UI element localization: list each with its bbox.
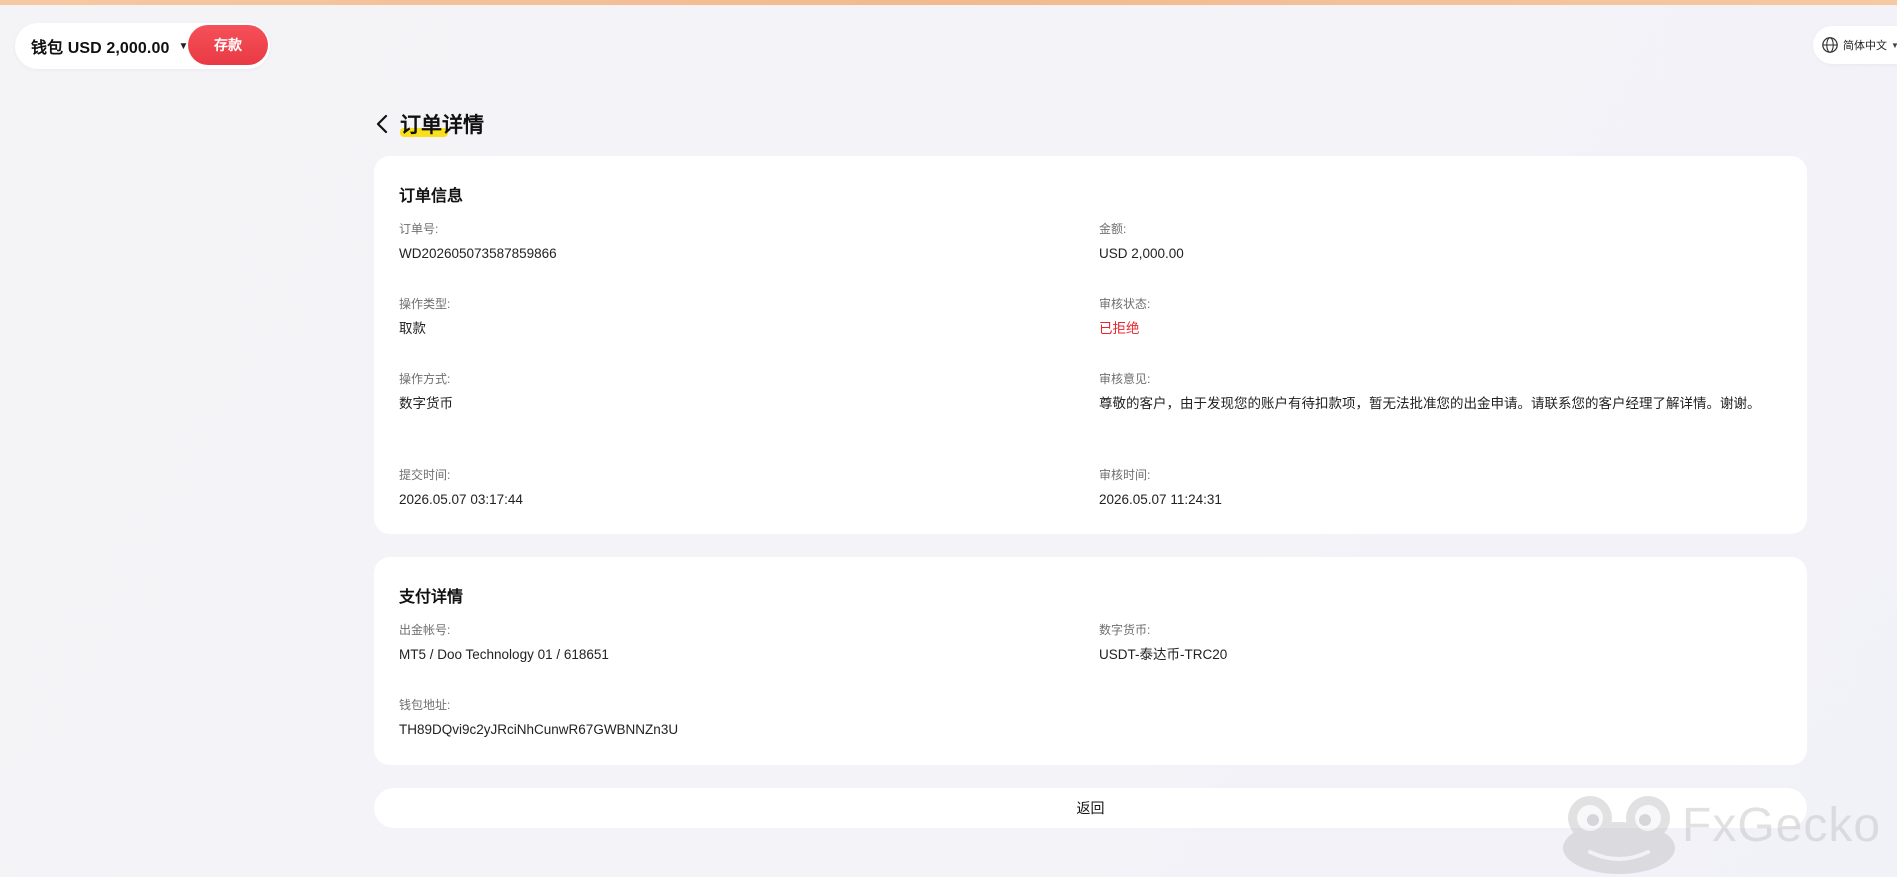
currency-value: USDT-泰达币-TRC20 [1099,647,1228,662]
order-no-label: 订单号: [399,222,439,236]
op-method-value: 数字货币 [399,396,453,411]
payment-details-title: 支付详情 [399,589,464,606]
review-status-field: 审核状态: 已拒绝 [1099,296,1779,339]
op-type-value: 取款 [399,321,426,336]
page-title: 订单详情 [400,109,484,139]
caret-down-icon[interactable]: ▼ [178,41,188,52]
top-accent-strip [0,0,1897,5]
wallet-selector[interactable]: 钱包 USD 2,000.00 ▼ 存款 [15,23,270,69]
chevron-left-icon[interactable] [374,113,392,135]
account-field: 出金帐号: MT5 / Doo Technology 01 / 618651 [399,622,1039,665]
order-info-title: 订单信息 [399,188,464,205]
watermark-text: FxGecko [1682,799,1882,852]
review-comment-label: 审核意见: [1099,372,1151,386]
account-value: MT5 / Doo Technology 01 / 618651 [399,647,609,662]
page-header: 订单详情 [374,108,484,140]
frog-logo-icon [1563,796,1675,874]
status-badge: 已拒绝 [1099,321,1140,336]
wallet-balance: 钱包 USD 2,000.00 [31,40,170,57]
currency-field: 数字货币: USDT-泰达币-TRC20 [1099,622,1779,665]
review-time-value: 2026.05.07 11:24:31 [1099,492,1222,507]
payment-details-card: 支付详情 出金帐号: MT5 / Doo Technology 01 / 618… [374,557,1807,765]
wallet-address-value: TH89DQvi9c2yJRciNhCunwR67GWBNNZn3U [399,722,679,737]
submit-time-label: 提交时间: [399,468,451,482]
submit-time-value: 2026.05.07 03:17:44 [399,492,523,507]
order-no-field: 订单号: WD202605073587859866 [399,221,1039,264]
review-time-field: 审核时间: 2026.05.07 11:24:31 [1099,467,1779,510]
review-comment-value: 尊敬的客户，由于发现您的账户有待扣款项，暂无法批准您的出金申请。请联系您的客户经… [1099,396,1761,411]
deposit-button[interactable]: 存款 [188,25,268,65]
amount-value: USD 2,000.00 [1099,246,1184,261]
language-label: 简体中文 [1843,40,1887,52]
page-title-text: 订单详情 [400,114,484,137]
language-selector[interactable]: 简体中文 ▼ [1813,26,1897,64]
review-status-label: 审核状态: [1099,297,1151,311]
wallet-address-label: 钱包地址: [399,698,451,712]
order-no-value: WD202605073587859866 [399,246,557,261]
wallet-address-field: 钱包地址: TH89DQvi9c2yJRciNhCunwR67GWBNNZn3U [399,697,1039,740]
watermark: FxGecko [1560,788,1890,877]
order-info-card: 订单信息 订单号: WD202605073587859866 金额: USD 2… [374,156,1807,534]
caret-down-icon: ▼ [1891,40,1897,50]
op-method-field: 操作方式: 数字货币 [399,371,1039,414]
review-time-label: 审核时间: [1099,468,1151,482]
account-label: 出金帐号: [399,623,451,637]
currency-label: 数字货币: [1099,623,1151,637]
review-comment-field: 审核意见: 尊敬的客户，由于发现您的账户有待扣款项，暂无法批准您的出金申请。请联… [1099,371,1779,414]
op-type-label: 操作类型: [399,297,451,311]
op-type-field: 操作类型: 取款 [399,296,1039,339]
amount-field: 金额: USD 2,000.00 [1099,221,1779,264]
submit-time-field: 提交时间: 2026.05.07 03:17:44 [399,467,1039,510]
globe-icon [1822,37,1838,53]
amount-label: 金额: [1099,222,1127,236]
op-method-label: 操作方式: [399,372,451,386]
